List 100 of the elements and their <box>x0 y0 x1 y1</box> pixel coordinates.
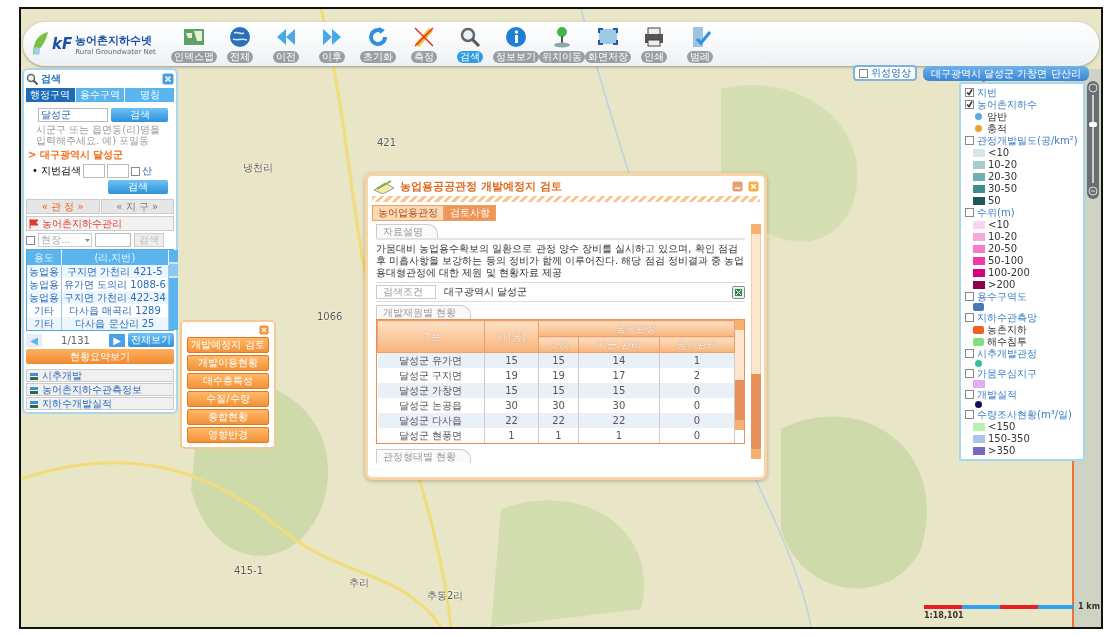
menu-button[interactable]: 영향반경 <box>187 427 269 443</box>
section-tab[interactable]: « 관 정 » <box>26 199 100 214</box>
layer-checkbox[interactable] <box>965 136 974 145</box>
close-button[interactable] <box>162 73 174 85</box>
mountain-checkbox[interactable] <box>131 166 141 176</box>
legend-label: 농촌지하 <box>987 324 1027 335</box>
layer-checkbox[interactable] <box>965 88 974 97</box>
close-button[interactable] <box>748 181 759 192</box>
satellite-toggle[interactable]: 위성영상 <box>853 65 917 81</box>
layer-checkbox[interactable] <box>965 349 974 358</box>
next-page-button[interactable]: ▶ <box>109 333 125 347</box>
menu-button[interactable]: 종합현황 <box>187 409 269 425</box>
search-tab[interactable]: 명칭 <box>125 88 174 102</box>
toolbar-button[interactable]: 정보보기 <box>493 25 539 63</box>
toolbar-button[interactable]: 이후 <box>309 25 355 63</box>
table-cell: 22 <box>484 413 539 428</box>
layer-label: 용수구역도 <box>977 291 1027 302</box>
search-tab[interactable]: 용수구역 <box>75 88 125 102</box>
toolbar-button[interactable]: 이전 <box>263 25 309 63</box>
table-cell: 농업용 <box>27 291 62 304</box>
satellite-label: 위성영상 <box>871 67 911 79</box>
table-cell: 15 <box>484 383 539 398</box>
dialog-tab[interactable]: 농어업용관정 <box>372 205 444 221</box>
previous-page-button[interactable]: ◀ <box>26 333 42 347</box>
menu-button[interactable]: 개발이용현황 <box>187 355 269 371</box>
table-cell: 달성군 가창면 <box>377 383 485 398</box>
menu-button[interactable]: 대수층특성 <box>187 373 269 389</box>
toolbar-button[interactable]: 측정 <box>401 25 447 63</box>
map-label: 냉천리 <box>243 161 273 175</box>
search-icon <box>26 73 38 85</box>
layer-label: 가뭄우심지구 <box>977 368 1037 379</box>
legend-label: 해수침투 <box>987 336 1027 347</box>
menu-button[interactable]: 개발예정지 검토 <box>187 337 269 353</box>
view-all-button[interactable]: 전체보기 <box>128 333 174 347</box>
legend-label: 10-20 <box>988 231 1018 242</box>
toolbar-button[interactable]: 인쇄 <box>631 25 677 63</box>
layer-checkbox[interactable] <box>965 100 974 109</box>
table-cell: 15 <box>578 383 660 398</box>
layers-icon <box>29 398 39 409</box>
toolbar-button[interactable]: 위치이동 <box>539 25 585 63</box>
ruler-icon <box>412 25 436 49</box>
layer-checkbox[interactable] <box>965 369 974 378</box>
layer-checkbox[interactable] <box>965 208 974 217</box>
slider-thumb[interactable] <box>1089 121 1097 127</box>
dropdown-value: 현장... <box>41 234 71 246</box>
filter-field[interactable] <box>95 233 131 247</box>
lot-search-label: • 지번검색 <box>32 164 82 178</box>
layer-checkbox[interactable] <box>965 313 974 322</box>
toolbar-button[interactable]: 화면저장 <box>585 25 631 63</box>
table-cell: 1 <box>578 428 660 443</box>
zoom-slider[interactable] <box>1087 81 1099 199</box>
toolbar-button[interactable]: 범례 <box>677 25 723 63</box>
panel-item[interactable]: 시추개발 <box>26 369 174 382</box>
minimize-button[interactable] <box>732 181 743 192</box>
lot-search-button[interactable]: 검색 <box>108 180 168 194</box>
zoom-out-icon[interactable] <box>1088 186 1098 196</box>
table-cell: 기타 <box>27 317 62 330</box>
lot-number-field[interactable] <box>83 164 106 178</box>
satellite-checkbox[interactable] <box>859 68 868 78</box>
summary-button[interactable]: 현황요약보기 <box>26 349 174 364</box>
layer-label: 수량조사현황(m³/일) <box>977 409 1072 420</box>
toolbar-button[interactable]: 인덱스맵 <box>171 25 217 63</box>
section-tab[interactable]: « 지 구 » <box>100 199 174 214</box>
layer-label: 수위(m) <box>977 207 1015 218</box>
map-label: 추리 <box>349 576 369 590</box>
menu-button[interactable]: 수질/수량 <box>187 391 269 407</box>
logo-title: 농어촌지하수넷 <box>75 32 154 48</box>
lot-number-field[interactable] <box>107 164 130 178</box>
panel-item[interactable]: 지하수개발실적 <box>26 397 174 410</box>
table-cell: 다사읍 문산리 25 <box>61 317 169 330</box>
search-tab[interactable]: 행정구역 <box>26 88 75 102</box>
search-field[interactable]: 달성군 <box>38 108 108 122</box>
toolbar-button[interactable]: 전체 <box>217 25 263 63</box>
layer-checkbox[interactable] <box>965 410 974 419</box>
scale-distance: 1 km <box>1078 602 1100 611</box>
layer-checkbox[interactable] <box>965 292 974 301</box>
layers-icon <box>29 370 39 381</box>
close-button[interactable] <box>259 325 269 335</box>
refresh-icon <box>366 25 390 49</box>
zoom-in-icon[interactable] <box>1088 83 1098 93</box>
close-icon <box>748 181 759 192</box>
condition-value: 대구광역시 달성군 <box>444 285 529 299</box>
toolbar-button[interactable]: 검색 <box>447 25 493 63</box>
spreadsheet-icon[interactable] <box>732 285 745 299</box>
search-button[interactable]: 검색 <box>111 108 168 122</box>
minimize-icon <box>732 181 743 192</box>
printer-icon <box>642 25 666 49</box>
table-cell: 구지면 가천리 421-5 <box>61 265 169 278</box>
map-label: 추동2리 <box>427 589 464 603</box>
filter-dropdown[interactable]: 현장... <box>38 233 92 247</box>
filter-checkbox[interactable] <box>26 235 35 245</box>
map-label: 1066 <box>317 311 343 322</box>
info-icon <box>504 25 528 49</box>
legend-label: 10-20 <box>988 159 1018 170</box>
layer-checkbox[interactable] <box>965 390 974 399</box>
layer-label: 지하수관측망 <box>977 312 1037 323</box>
dialog-tab[interactable]: 검토사항 <box>444 205 496 221</box>
toolbar-button[interactable]: 초기화 <box>355 25 401 63</box>
notebook-icon <box>373 179 395 194</box>
panel-item[interactable]: 농어촌지하수관측정보 <box>26 383 174 396</box>
